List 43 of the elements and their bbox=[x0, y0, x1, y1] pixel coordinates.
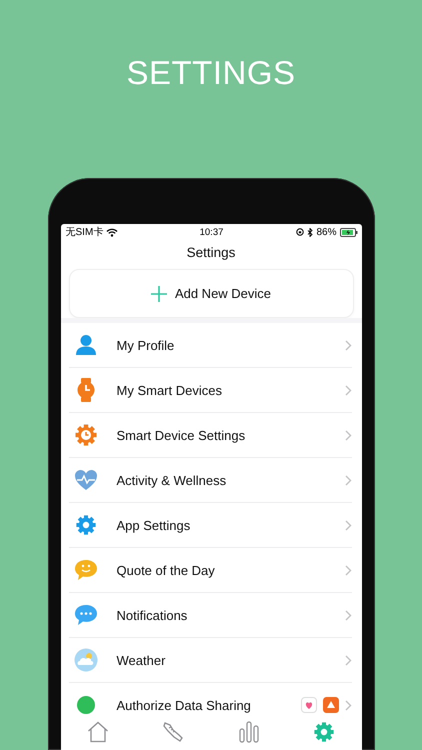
chevron-icon bbox=[344, 564, 352, 576]
menu-item[interactable]: Smart Device Settings bbox=[68, 413, 352, 458]
menu-item[interactable]: Notifications bbox=[68, 593, 352, 638]
battery-icon bbox=[340, 228, 358, 236]
carrier-name: 无SIM卡 bbox=[66, 226, 104, 239]
dot-icon bbox=[76, 695, 96, 715]
app-tile-icon bbox=[322, 697, 338, 713]
chevron-icon bbox=[344, 474, 352, 486]
heart-pulse-icon bbox=[74, 469, 98, 491]
smiley-bubble-icon bbox=[74, 559, 98, 581]
menu-item[interactable]: App Settings bbox=[68, 503, 352, 548]
chevron-icon bbox=[344, 700, 352, 710]
chevron-icon bbox=[344, 520, 352, 530]
chevron-icon bbox=[344, 610, 352, 620]
screen-title: Settings bbox=[186, 245, 236, 261]
menu-item[interactable]: My Smart Devices bbox=[68, 368, 352, 413]
home-icon[interactable] bbox=[87, 720, 110, 742]
wifi-icon bbox=[106, 228, 118, 236]
chevron-icon bbox=[344, 384, 352, 396]
clock-gear-icon bbox=[74, 423, 98, 447]
menu-item[interactable]: My Profile bbox=[68, 323, 352, 368]
chevron-icon bbox=[344, 654, 352, 666]
bluetooth-icon bbox=[307, 228, 314, 236]
plus-icon bbox=[150, 286, 167, 302]
add-device-button[interactable]: Add New Device bbox=[68, 269, 354, 318]
bar-chart-icon[interactable] bbox=[238, 720, 260, 742]
sneaker-icon[interactable] bbox=[162, 720, 184, 742]
battery-percent: 86% bbox=[316, 226, 336, 238]
clock-time: 10:37 bbox=[200, 226, 224, 238]
menu-item[interactable]: Weather bbox=[68, 638, 352, 683]
chevron-icon bbox=[344, 430, 352, 440]
rotation-lock-icon bbox=[296, 228, 304, 236]
settings-icon[interactable] bbox=[312, 720, 335, 742]
chat-bubble-icon bbox=[74, 604, 98, 626]
menu-item[interactable]: Quote of the Day bbox=[68, 548, 352, 593]
cloud-sun-icon bbox=[74, 648, 98, 672]
chevron-icon bbox=[344, 340, 352, 350]
person-icon bbox=[74, 334, 96, 356]
headline: SETTINGS bbox=[126, 53, 296, 93]
watch-icon bbox=[74, 378, 96, 402]
app-tile-icon bbox=[300, 697, 316, 713]
menu-item[interactable]: Activity & Wellness bbox=[68, 458, 352, 503]
gear-icon bbox=[74, 514, 96, 536]
